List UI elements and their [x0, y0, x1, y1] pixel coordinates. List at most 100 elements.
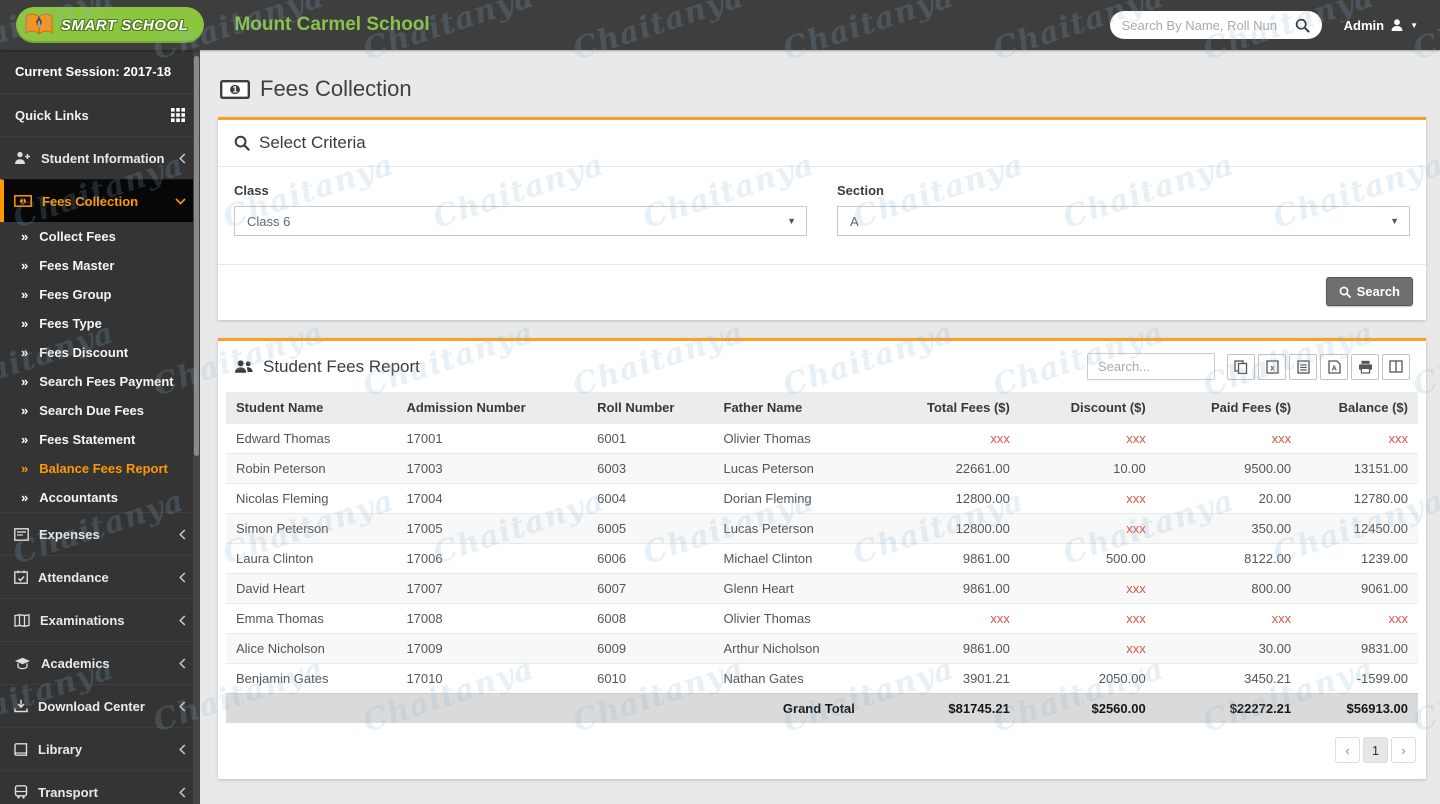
- person-plus-icon: [14, 151, 31, 165]
- table-row: Simon Peterson170056005Lucas Peterson128…: [226, 514, 1418, 544]
- sidebar-subitem-fees-discount[interactable]: »Fees Discount: [0, 338, 200, 367]
- double-arrow-icon: »: [21, 229, 28, 244]
- sidebar-item-academics[interactable]: Academics: [0, 641, 200, 684]
- sidebar-subitem-fees-master[interactable]: »Fees Master: [0, 251, 200, 280]
- sidebar-item-library[interactable]: Library: [0, 727, 200, 770]
- cell-paid-fees: xxx: [1156, 604, 1301, 634]
- sidebar-subitem-fees-statement[interactable]: »Fees Statement: [0, 425, 200, 454]
- sidebar-subitem-collect-fees[interactable]: »Collect Fees: [0, 222, 200, 251]
- table-search-input[interactable]: [1087, 353, 1215, 380]
- search-icon[interactable]: [1295, 18, 1310, 33]
- cell-balance: 9061.00: [1301, 574, 1418, 604]
- cell-total-fees: 9861.00: [865, 544, 1020, 574]
- cell-student-name: Robin Peterson: [226, 454, 396, 484]
- cell-balance: 1239.00: [1301, 544, 1418, 574]
- sidebar-item-transport[interactable]: Transport: [0, 770, 200, 804]
- cell-roll-number: 6007: [587, 574, 713, 604]
- subitem-label: Fees Master: [39, 258, 114, 273]
- users-icon: [234, 359, 254, 375]
- report-title: Student Fees Report: [234, 357, 420, 377]
- col-father-name[interactable]: Father Name: [714, 392, 865, 424]
- sidebar-item-label: Examinations: [40, 613, 169, 628]
- pagination-prev-button[interactable]: ‹: [1335, 737, 1360, 763]
- pagination-next-button[interactable]: ›: [1391, 737, 1416, 763]
- sidebar-item-student-information[interactable]: Student Information: [0, 136, 200, 179]
- col-discount[interactable]: Discount ($): [1020, 392, 1156, 424]
- sidebar-subitem-search-fees-payment[interactable]: »Search Fees Payment: [0, 367, 200, 396]
- sidebar-item-expenses[interactable]: Expenses: [0, 512, 200, 555]
- class-select[interactable]: Class 6 ▼: [234, 206, 807, 236]
- admin-label: Admin: [1344, 18, 1384, 33]
- cell-discount: xxx: [1020, 424, 1156, 454]
- subitem-label: Fees Group: [39, 287, 111, 302]
- cell-roll-number: 6010: [587, 664, 713, 694]
- admin-menu[interactable]: Admin ▼: [1344, 18, 1418, 33]
- sidebar-item-label: Expenses: [39, 527, 169, 542]
- sidebar-subitem-balance-fees-report[interactable]: »Balance Fees Report: [0, 454, 200, 483]
- double-arrow-icon: »: [21, 316, 28, 331]
- cell-total-fees: 12800.00: [865, 484, 1020, 514]
- cell-discount: 10.00: [1020, 454, 1156, 484]
- bus-icon: [14, 785, 28, 799]
- sidebar-item-download-center[interactable]: Download Center: [0, 684, 200, 727]
- copy-icon: [1234, 360, 1248, 374]
- col-student-name[interactable]: Student Name: [226, 392, 396, 424]
- cell-balance: xxx: [1301, 424, 1418, 454]
- grand-total-discount: $2560.00: [1020, 694, 1156, 724]
- sidebar-item-attendance[interactable]: Attendance: [0, 555, 200, 598]
- col-roll-number[interactable]: Roll Number: [587, 392, 713, 424]
- cell-balance: xxx: [1301, 604, 1418, 634]
- cell-student-name: Nicolas Fleming: [226, 484, 396, 514]
- quick-links[interactable]: Quick Links: [0, 93, 200, 136]
- sidebar-item-label: Attendance: [38, 570, 169, 585]
- global-search[interactable]: [1110, 11, 1322, 39]
- double-arrow-icon: »: [21, 374, 28, 389]
- grand-total-balance: $56913.00: [1301, 694, 1418, 724]
- cell-paid-fees: 8122.00: [1156, 544, 1301, 574]
- export-csv-button[interactable]: [1289, 354, 1317, 380]
- cell-paid-fees: 20.00: [1156, 484, 1301, 514]
- col-admission-number[interactable]: Admission Number: [396, 392, 587, 424]
- sidebar-scrollbar[interactable]: [193, 50, 200, 804]
- chevron-down-icon: ▼: [787, 216, 796, 226]
- global-search-input[interactable]: [1122, 18, 1289, 33]
- app-logo[interactable]: SMART SCHOOL: [16, 7, 204, 43]
- pagination-page-1-button[interactable]: 1: [1363, 737, 1388, 763]
- cell-roll-number: 6005: [587, 514, 713, 544]
- cell-admission-number: 17007: [396, 574, 587, 604]
- sidebar-item-examinations[interactable]: Examinations: [0, 598, 200, 641]
- sidebar-subitem-search-due-fees[interactable]: »Search Due Fees: [0, 396, 200, 425]
- table-row: Benjamin Gates170106010Nathan Gates3901.…: [226, 664, 1418, 694]
- search-button[interactable]: Search: [1326, 277, 1413, 306]
- print-button[interactable]: [1351, 354, 1379, 380]
- page-title: 1 Fees Collection: [220, 76, 1426, 102]
- sidebar-item-fees-collection[interactable]: 1 Fees Collection: [0, 179, 200, 222]
- export-pdf-button[interactable]: A: [1320, 354, 1348, 380]
- sidebar-subitem-fees-type[interactable]: »Fees Type: [0, 309, 200, 338]
- page-title-text: Fees Collection: [260, 76, 412, 102]
- col-total-fees[interactable]: Total Fees ($): [865, 392, 1020, 424]
- cell-admission-number: 17009: [396, 634, 587, 664]
- svg-text:A: A: [1331, 363, 1337, 372]
- sidebar-subitem-fees-group[interactable]: »Fees Group: [0, 280, 200, 309]
- scrollbar-thumb[interactable]: [194, 56, 199, 456]
- section-label: Section: [837, 183, 1410, 198]
- cell-balance: -1599.00: [1301, 664, 1418, 694]
- cell-discount: xxx: [1020, 484, 1156, 514]
- export-copy-button[interactable]: [1227, 354, 1255, 380]
- columns-icon: [1389, 360, 1403, 373]
- download-icon: [14, 699, 28, 713]
- table-row: Emma Thomas170086008Olivier Thomasxxxxxx…: [226, 604, 1418, 634]
- column-visibility-button[interactable]: [1382, 354, 1410, 380]
- pagination: ‹ 1 ›: [218, 723, 1426, 779]
- sidebar-subitem-accountants[interactable]: »Accountants: [0, 483, 200, 512]
- col-paid-fees[interactable]: Paid Fees ($): [1156, 392, 1301, 424]
- student-fees-report-card: Student Fees Report x A: [218, 338, 1426, 779]
- section-field: Section A ▼: [837, 183, 1410, 236]
- logo-text: SMART SCHOOL: [61, 17, 188, 34]
- col-balance[interactable]: Balance ($): [1301, 392, 1418, 424]
- section-select[interactable]: A ▼: [837, 206, 1410, 236]
- sidebar-item-label: Student Information: [41, 151, 169, 166]
- top-navbar: SMART SCHOOL Mount Carmel School Admin ▼: [0, 0, 1440, 50]
- export-excel-button[interactable]: x: [1258, 354, 1286, 380]
